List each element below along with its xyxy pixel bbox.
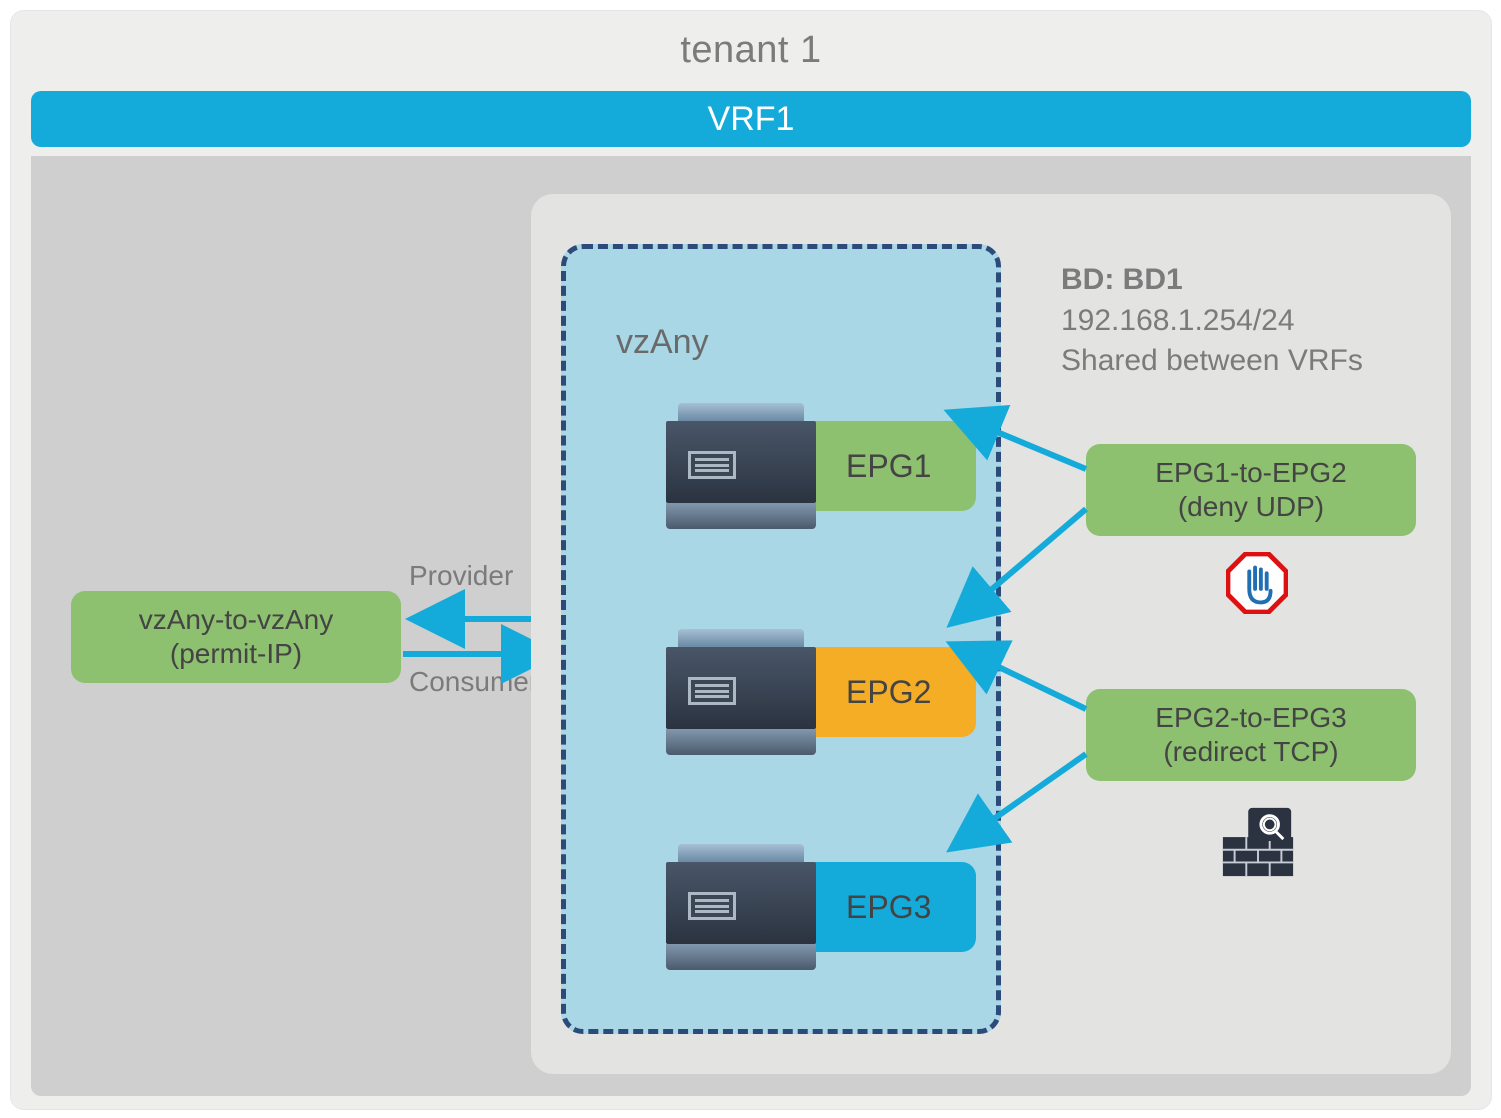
tenant-container: tenant 1 VRF1 vzAny-to-vzAny (permit-IP)…: [10, 10, 1492, 1110]
epg3-label: EPG3: [846, 889, 931, 926]
epg3-node: EPG3: [666, 844, 976, 970]
bd-info: BD: BD1 192.168.1.254/24 Shared between …: [1061, 260, 1363, 382]
contract-c1-sub: (deny UDP): [1178, 490, 1324, 524]
contract-epg1-to-epg2: EPG1-to-EPG2 (deny UDP): [1086, 444, 1416, 536]
vzany-label: vzAny: [616, 323, 709, 362]
server-icon: [666, 629, 816, 755]
deny-icon: [1226, 552, 1288, 614]
server-icon: [666, 844, 816, 970]
contract-c1-title: EPG1-to-EPG2: [1155, 456, 1346, 490]
contract-left-title: vzAny-to-vzAny: [139, 603, 334, 637]
contract-epg2-to-epg3: EPG2-to-EPG3 (redirect TCP): [1086, 689, 1416, 781]
consumer-label: Consumer: [409, 666, 538, 698]
epg2-label: EPG2: [846, 674, 931, 711]
bd-title: BD: BD1: [1061, 260, 1363, 301]
tenant-label: tenant 1: [11, 29, 1491, 72]
bd-note: Shared between VRFs: [1061, 341, 1363, 382]
firewall-icon: [1219, 802, 1297, 880]
bd-subnet: 192.168.1.254/24: [1061, 301, 1363, 342]
epg1-node: EPG1: [666, 403, 976, 529]
vrf-header: VRF1: [31, 91, 1471, 147]
contract-left-sub: (permit-IP): [170, 637, 302, 671]
contract-c2-sub: (redirect TCP): [1163, 735, 1338, 769]
contract-vzany-to-vzany: vzAny-to-vzAny (permit-IP): [71, 591, 401, 683]
vrf-body: vzAny-to-vzAny (permit-IP) Provider Cons…: [31, 156, 1471, 1096]
vzany-group: vzAny EPG1 EPG2: [561, 244, 1001, 1034]
provider-label: Provider: [409, 560, 513, 592]
epg1-label: EPG1: [846, 448, 931, 485]
server-icon: [666, 403, 816, 529]
epg2-node: EPG2: [666, 629, 976, 755]
bd-panel: vzAny EPG1 EPG2: [531, 194, 1451, 1074]
contract-c2-title: EPG2-to-EPG3: [1155, 701, 1346, 735]
